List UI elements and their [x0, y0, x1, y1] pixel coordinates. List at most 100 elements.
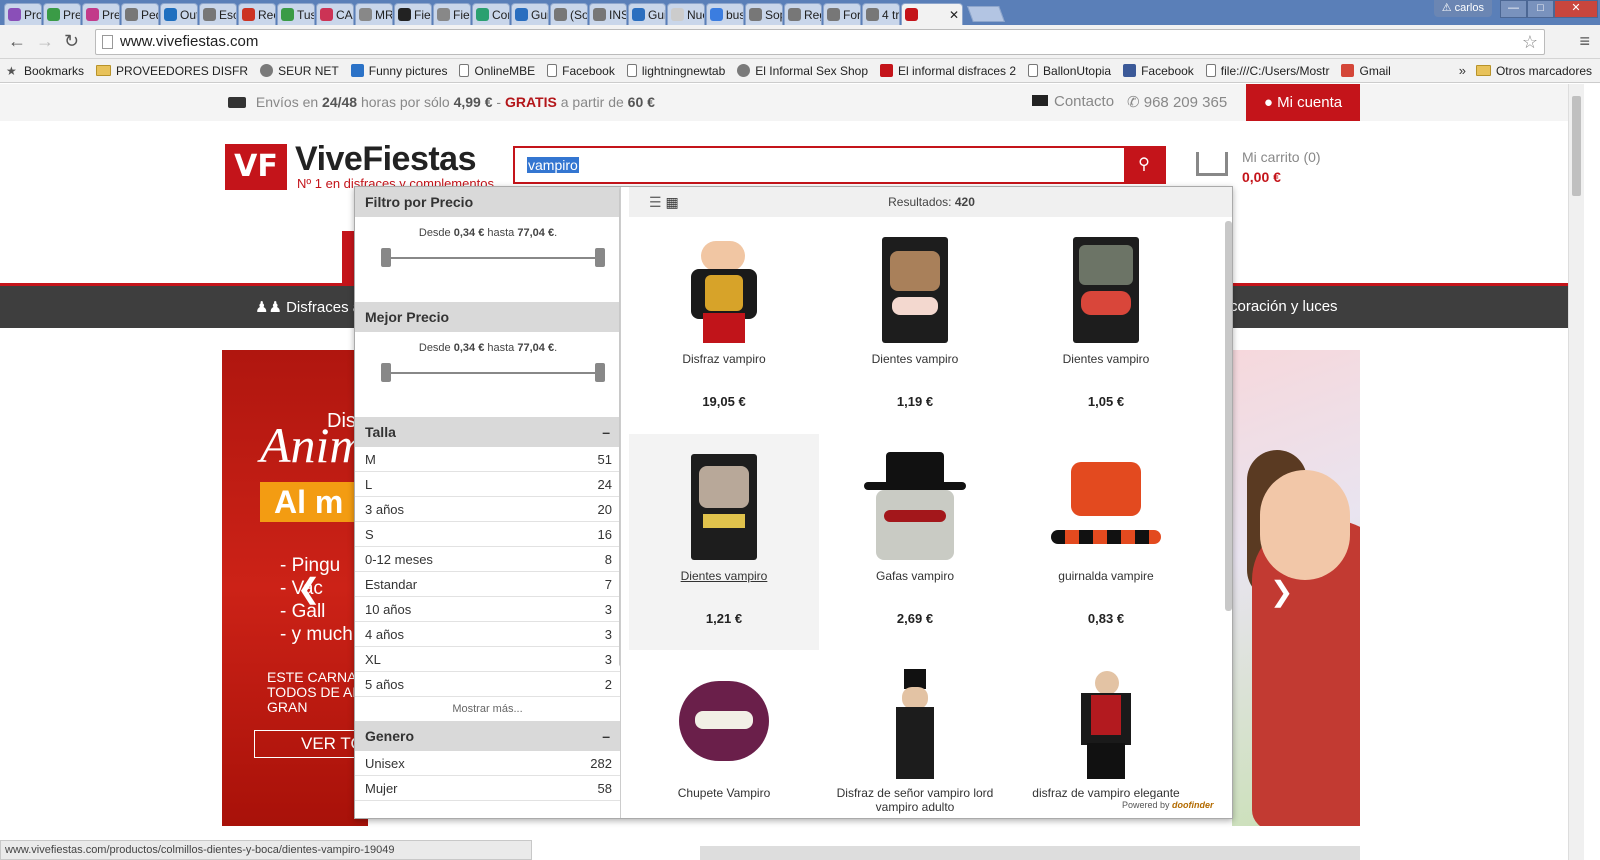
filter-option[interactable]: 0-12 meses 8 — [355, 547, 620, 572]
filter-option[interactable]: 5 años 2 — [355, 672, 620, 697]
filter-option[interactable]: L 24 — [355, 472, 620, 497]
filter-option[interactable]: M 51 — [355, 447, 620, 472]
bookmark-item[interactable]: file:///C:/Users/Mostr — [1205, 64, 1329, 78]
new-tab-button[interactable] — [967, 6, 1005, 22]
tab-item[interactable]: (So — [550, 3, 588, 25]
page-scrollbar[interactable] — [1568, 84, 1584, 860]
bookmark-item[interactable]: Facebook — [547, 64, 615, 78]
minimize-button[interactable]: — — [1500, 0, 1527, 18]
nav-item-disfraces[interactable]: ♟♟ Disfraces ad — [255, 298, 369, 316]
chevron-left-icon[interactable]: ❮ — [297, 572, 320, 605]
search-box[interactable]: vampiro ⚲ — [513, 146, 1166, 184]
site-logo[interactable]: VF ViveFiestas Nº 1 en disfraces y compl… — [225, 140, 495, 192]
results-scrollbar[interactable] — [1225, 221, 1232, 611]
price-range-slider[interactable]: Desde 0,34 € hasta 77,04 €. — [355, 217, 620, 302]
gender-filter-header[interactable]: Genero – — [355, 721, 620, 751]
cart-summary[interactable]: Mi carrito (0) 0,00 € — [1242, 147, 1321, 187]
vampire-garland-image[interactable] — [1051, 452, 1161, 562]
product-card[interactable]: Dientes vampiro 1,21 € — [629, 434, 819, 650]
tab-item[interactable]: bus — [706, 3, 744, 25]
product-card[interactable]: Dientes vampiro 1,19 € — [820, 217, 1010, 433]
tab-item[interactable]: Tus — [277, 3, 315, 25]
tab-item[interactable]: Gui — [511, 3, 549, 25]
tab-item[interactable]: Rec — [238, 3, 276, 25]
bookmark-item[interactable]: Gmail — [1341, 64, 1391, 78]
vampire-lord-costume-image[interactable] — [860, 669, 970, 779]
tab-item[interactable]: For — [823, 3, 861, 25]
close-window-button[interactable]: ✕ — [1554, 0, 1598, 18]
filters-scrollbar[interactable] — [619, 187, 620, 667]
list-view-icon[interactable]: ☰ — [649, 194, 662, 210]
bookmark-star-icon[interactable]: ☆ — [1522, 30, 1538, 54]
tab-close-icon[interactable]: ✕ — [949, 8, 959, 22]
search-input[interactable]: vampiro — [527, 157, 579, 173]
product-card[interactable]: disfraz de vampiro elegante — [1011, 651, 1201, 818]
filter-option[interactable]: XL 3 — [355, 647, 620, 672]
page-scroll-thumb[interactable] — [1572, 96, 1581, 196]
bookmark-item[interactable]: El informal disfraces 2 — [880, 64, 1016, 78]
bookmark-item[interactable]: lightningnewtab — [626, 64, 725, 78]
product-name[interactable]: Dientes vampiro — [820, 352, 1010, 366]
maximize-button[interactable]: □ — [1527, 0, 1554, 18]
promo-banner-left[interactable]: Dis Anim Al m - Pingu - Vac - Gall - y m… — [222, 350, 368, 826]
tab-item[interactable]: Con — [472, 3, 510, 25]
tab-item[interactable]: Pro — [4, 3, 42, 25]
tab-item[interactable]: INS — [589, 3, 627, 25]
tab-item[interactable]: Pre — [43, 3, 81, 25]
bookmark-item[interactable]: OnlineMBE — [459, 64, 535, 78]
tab-item[interactable]: Esc — [199, 3, 237, 25]
cart-icon[interactable] — [1196, 146, 1234, 180]
vampire-teeth-image[interactable] — [669, 452, 779, 562]
slider-handle-max[interactable] — [595, 248, 605, 267]
tab-item[interactable]: Reg — [784, 3, 822, 25]
show-more-link[interactable]: Mostrar más... — [355, 697, 620, 721]
vampire-glasses-image[interactable] — [860, 452, 970, 562]
product-name[interactable]: guirnalda vampire — [1011, 569, 1201, 583]
product-name[interactable]: Chupete Vampiro — [629, 786, 819, 800]
reload-icon[interactable]: ↻ — [64, 31, 79, 52]
tab-item[interactable]: Nueva — [667, 3, 705, 25]
filter-option[interactable]: S 16 — [355, 522, 620, 547]
product-card[interactable]: guirnalda vampire 0,83 € — [1011, 434, 1201, 650]
tab-item[interactable]: Sop — [745, 3, 783, 25]
product-name[interactable]: Disfraz vampiro — [629, 352, 819, 366]
vampire-elegant-costume-image[interactable] — [1051, 669, 1161, 779]
filter-option[interactable]: Unisex 282 — [355, 751, 620, 776]
bookmark-item[interactable]: BallonUtopia — [1028, 64, 1111, 78]
slider-handle-min[interactable] — [381, 248, 391, 267]
tab-item[interactable]: CAR — [316, 3, 354, 25]
nav-item-decoracion[interactable]: coración y luces — [1230, 298, 1338, 315]
product-name[interactable]: Gafas vampiro — [820, 569, 1010, 583]
banner-cta[interactable]: VER TO — [254, 730, 368, 758]
tab-item[interactable]: 4 tr — [862, 3, 900, 25]
url-field[interactable]: www.vivefiestas.com ☆ — [95, 29, 1545, 55]
tab-item[interactable]: Gui — [628, 3, 666, 25]
product-name[interactable]: Disfraz de señor vampiro lord vampiro ad… — [820, 786, 1010, 814]
bookmark-item[interactable]: El Informal Sex Shop — [737, 64, 868, 78]
vampire-teeth-image[interactable] — [1051, 235, 1161, 345]
filter-option[interactable]: 4 años 3 — [355, 622, 620, 647]
vampire-costume-kid-image[interactable] — [669, 235, 779, 345]
product-card[interactable]: Dientes vampiro 1,05 € — [1011, 217, 1201, 433]
tab-item[interactable]: Fie — [433, 3, 471, 25]
bookmark-item[interactable]: ★ Bookmarks — [6, 64, 84, 79]
tab-item[interactable]: Ped — [121, 3, 159, 25]
grid-view-icon[interactable]: ▦ — [665, 194, 678, 210]
slider-handle-max[interactable] — [595, 363, 605, 382]
tab-item[interactable]: Out — [160, 3, 198, 25]
forward-icon[interactable]: → — [36, 31, 54, 52]
chevron-right-icon[interactable]: ❯ — [1270, 575, 1293, 608]
tab-item[interactable]: Pre — [82, 3, 120, 25]
bookmark-item[interactable]: Facebook — [1123, 64, 1194, 78]
filter-option[interactable]: 10 años 3 — [355, 597, 620, 622]
tab-item[interactable]: MR — [355, 3, 393, 25]
slider-handle-min[interactable] — [381, 363, 391, 382]
vampire-pacifier-image[interactable] — [669, 669, 779, 779]
bookmark-item[interactable]: Funny pictures — [350, 64, 447, 78]
product-name[interactable]: Dientes vampiro — [1011, 352, 1201, 366]
back-icon[interactable]: ← — [8, 31, 26, 52]
profile-button[interactable]: ⚠ carlos — [1433, 0, 1492, 17]
product-name[interactable]: Dientes vampiro — [629, 569, 819, 583]
filter-option[interactable]: Mujer 58 — [355, 776, 620, 801]
product-name[interactable]: disfraz de vampiro elegante — [1011, 786, 1201, 800]
